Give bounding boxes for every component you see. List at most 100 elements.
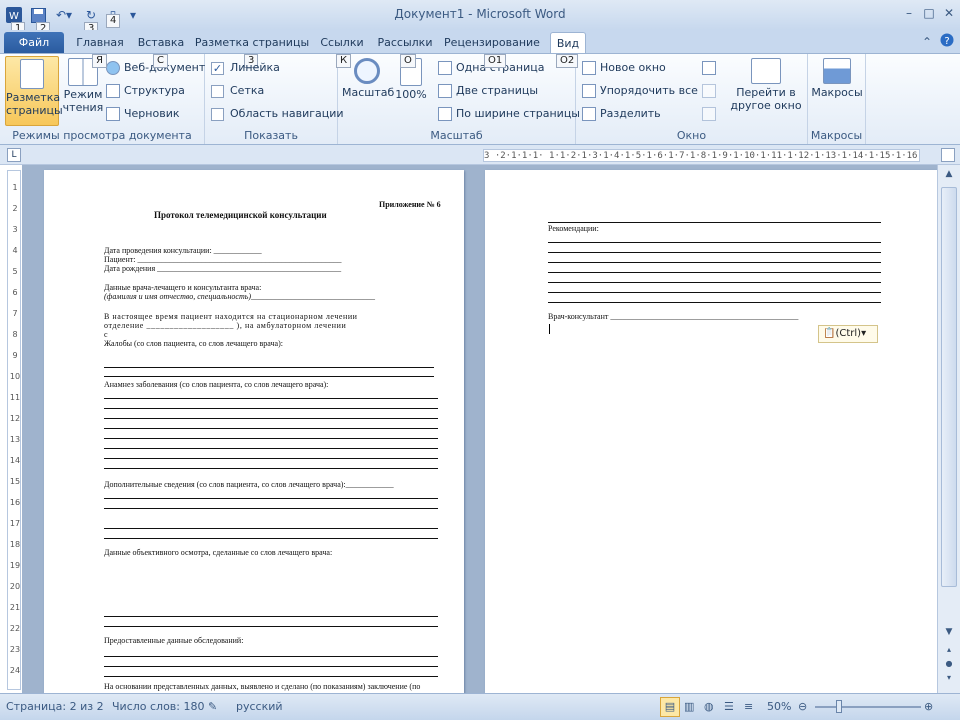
keytip-zoom: К <box>336 54 352 68</box>
reading-view-icon[interactable]: ▥ <box>684 700 694 713</box>
rule <box>104 428 438 429</box>
switch-window-button[interactable]: Перейти в другое окно <box>726 56 806 126</box>
scroll-thumb[interactable] <box>941 187 957 587</box>
ribbon-minimize-icon[interactable]: ⌃ <box>916 33 938 51</box>
page-width-button[interactable]: По ширине страницы <box>438 104 580 124</box>
keytip-hundred: О <box>400 54 416 68</box>
window-group-label: Окно <box>676 129 707 142</box>
macros-label: Макросы <box>811 86 863 99</box>
draft-button[interactable]: Черновик <box>106 104 180 124</box>
sync-scroll-icon[interactable] <box>702 81 720 101</box>
minimize-button[interactable]: – <box>898 4 920 22</box>
zoom-slider-thumb[interactable] <box>836 700 842 713</box>
word-count[interactable]: Число слов: 180 <box>112 700 205 713</box>
next-page-icon[interactable]: ▾ <box>941 673 957 687</box>
grid-label: Сетка <box>230 84 265 97</box>
page-width-label: По ширине страницы <box>456 107 580 120</box>
tab-review[interactable]: Рецензирование <box>442 32 542 54</box>
tab-mailings[interactable]: Рассылки <box>374 32 436 54</box>
new-window-button[interactable]: Новое окно <box>582 58 666 78</box>
exams-label: Предоставленные данные обследований: <box>104 636 244 645</box>
paste-options-button[interactable]: 📋(Ctrl)▾ <box>818 325 878 343</box>
paste-ctrl-label: (Ctrl) <box>835 328 862 339</box>
draft-view-icon[interactable]: ≡ <box>744 700 753 713</box>
rule <box>548 252 881 253</box>
page-count[interactable]: Страница: 2 из 2 <box>6 700 104 713</box>
hundred-label: 100% <box>395 88 427 101</box>
page-width-icon <box>438 107 452 121</box>
window-group: Новое окно Упорядочить все Разделить Пер… <box>576 54 808 144</box>
zoom-level[interactable]: 50% <box>767 700 791 713</box>
nav-pane-label: Область навигации <box>230 107 344 120</box>
rule <box>104 468 438 469</box>
horizontal-ruler[interactable]: 3 ·2·1·1·1· 1·1·2·1·3·1·4·1·5·1·6·1·7·1·… <box>483 149 920 162</box>
rule <box>104 656 438 657</box>
patient-line: Пациент: _______________________________… <box>104 255 342 264</box>
tab-home[interactable]: Главная <box>72 32 128 54</box>
text-cursor <box>549 324 550 334</box>
rule <box>548 272 881 273</box>
tab-page-layout[interactable]: Разметка страницы <box>194 32 310 54</box>
proofing-icon[interactable]: ✎ <box>208 700 217 713</box>
macros-button[interactable]: Макросы <box>810 56 864 126</box>
rule <box>548 302 881 303</box>
language-label[interactable]: русский <box>236 700 283 713</box>
keytip-two-pages: О2 <box>556 54 579 68</box>
print-layout-button[interactable]: Разметка страницы <box>5 56 63 126</box>
select-browse-object-icon[interactable]: ● <box>941 659 957 673</box>
reset-window-glyph <box>702 107 716 121</box>
draft-icon <box>106 107 120 121</box>
tab-references[interactable]: Ссылки <box>316 32 368 54</box>
paragraph-line-1: В настоящее время пациент находится на с… <box>104 312 358 321</box>
tab-insert[interactable]: Вставка <box>133 32 189 54</box>
prev-page-icon[interactable]: ▴ <box>941 645 957 659</box>
zoom-out-icon[interactable]: ⊖ <box>798 700 807 713</box>
outline-icon <box>106 84 120 98</box>
reset-window-icon[interactable] <box>702 104 720 124</box>
zoom-group-label: Масштаб <box>430 129 483 142</box>
arrange-all-button[interactable]: Упорядочить все <box>582 81 698 101</box>
rule <box>104 398 438 399</box>
page-2[interactable]: Рекомендации: Врач-консультант _________… <box>485 170 939 693</box>
maximize-button[interactable]: □ <box>918 4 940 22</box>
ruler-checkbox[interactable]: ✓ Линейка <box>211 58 280 78</box>
outline-view-icon[interactable]: ☰ <box>724 700 734 713</box>
help-icon[interactable]: ? <box>936 33 958 51</box>
two-pages-label: Две страницы <box>456 84 539 97</box>
rule <box>104 666 438 667</box>
tab-view[interactable]: Вид <box>550 32 586 54</box>
document-workspace: Приложение № 6 Протокол телемедицинской … <box>22 165 939 693</box>
nav-pane-checkbox[interactable]: Область навигации <box>211 104 344 124</box>
rule <box>548 242 881 243</box>
page-1[interactable]: Приложение № 6 Протокол телемедицинской … <box>44 170 464 693</box>
two-pages-button[interactable]: Две страницы <box>438 81 538 101</box>
vertical-ruler[interactable]: 1 2 3 4 5 6 7 8 9 10 11 12 13 14 15 16 17 18 19 20 21 22 23 24 <box>7 170 21 690</box>
side-by-side-glyph <box>702 61 716 75</box>
print-layout-view-icon[interactable]: ▤ <box>660 697 680 717</box>
macros-group-label: Макросы <box>810 129 863 142</box>
rule <box>548 282 881 283</box>
split-button[interactable]: Разделить <box>582 104 661 124</box>
close-button[interactable]: ✕ <box>938 4 960 22</box>
additional-info-label: Дополнительные сведения (со слов пациент… <box>104 480 394 489</box>
arrange-all-icon <box>582 84 596 98</box>
web-view-icon[interactable]: ◍ <box>704 700 714 713</box>
protocol-heading: Протокол телемедицинской консультации <box>154 210 327 220</box>
nav-pane-check <box>211 107 224 121</box>
rule <box>104 376 434 377</box>
tab-file[interactable]: Файл <box>4 32 64 54</box>
status-bar: Страница: 2 из 2 Число слов: 180 ✎ русск… <box>0 693 960 720</box>
view-side-by-side-icon[interactable] <box>702 58 720 78</box>
tab-selector-icon[interactable]: L <box>7 148 21 162</box>
ruler-label: Линейка <box>230 61 280 74</box>
outline-button[interactable]: Структура <box>106 81 185 101</box>
scroll-down-icon[interactable]: ▼ <box>941 627 957 641</box>
vertical-scrollbar[interactable]: ▲ ▼ ▴ ● ▾ <box>937 165 960 693</box>
grid-checkbox[interactable]: Сетка <box>211 81 264 101</box>
zoom-label: Масштаб <box>342 86 395 99</box>
zoom-slider[interactable] <box>815 706 921 708</box>
draft-label: Черновик <box>124 107 180 120</box>
zoom-in-icon[interactable]: ⊕ <box>924 700 933 713</box>
scroll-up-icon[interactable]: ▲ <box>941 169 957 183</box>
view-ruler-icon[interactable] <box>941 148 955 162</box>
